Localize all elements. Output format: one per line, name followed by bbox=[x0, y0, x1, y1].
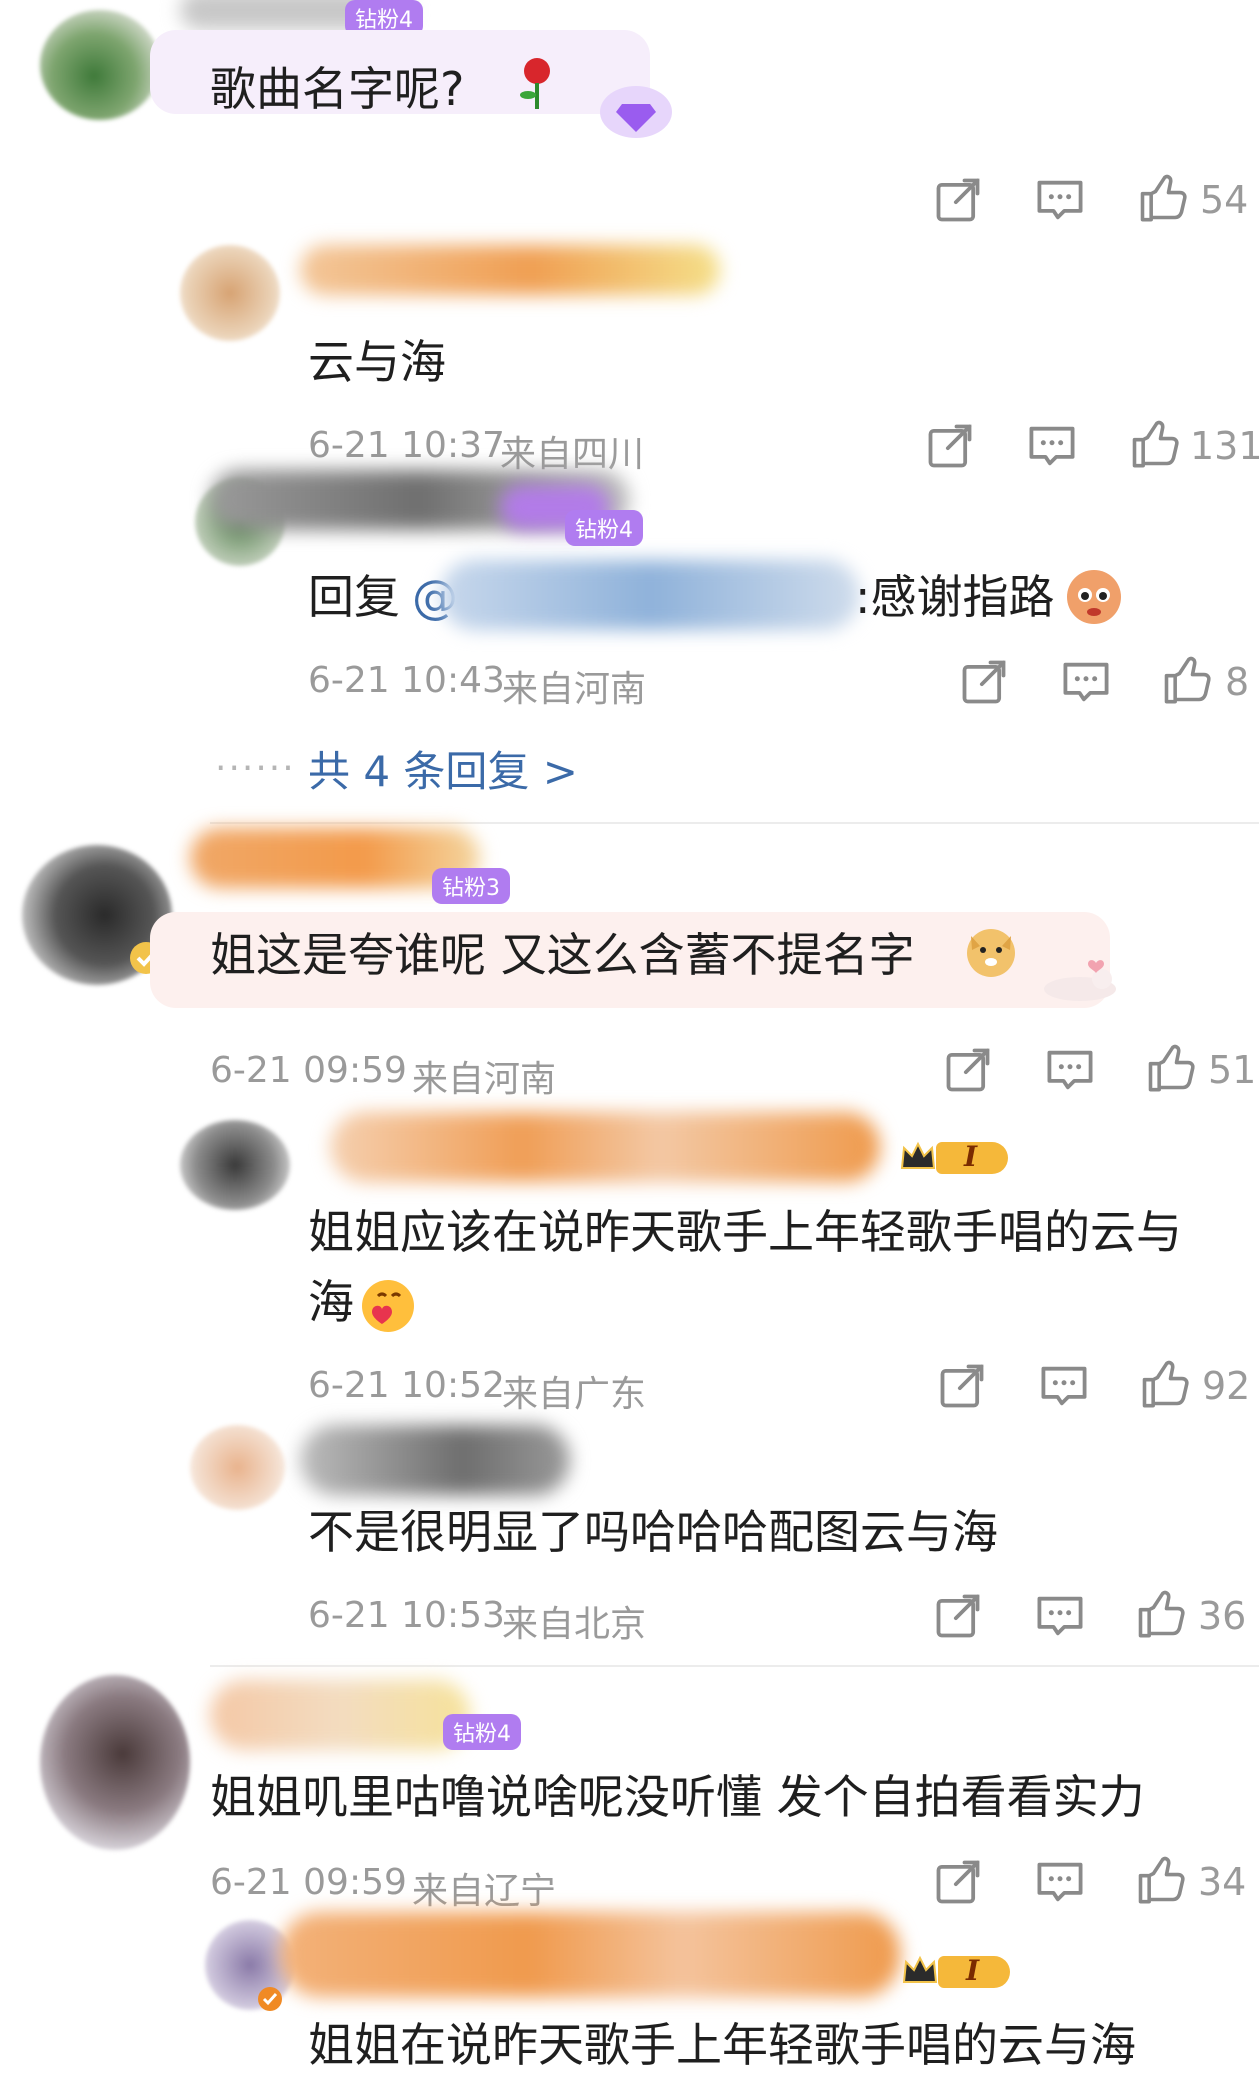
like-count: 8 bbox=[1225, 660, 1250, 704]
location: 来自辽宁 bbox=[412, 1871, 557, 1912]
divider bbox=[210, 822, 1259, 824]
thumbs-up-icon[interactable] bbox=[1160, 654, 1212, 706]
thumbs-up-icon[interactable] bbox=[1136, 172, 1188, 224]
location: 来自河南 bbox=[502, 669, 647, 710]
reply-text: 云与海 bbox=[308, 335, 446, 389]
share-icon[interactable] bbox=[932, 1590, 984, 1642]
timestamp: 6-21 10:53 bbox=[308, 1595, 505, 1636]
share-icon[interactable] bbox=[932, 174, 984, 226]
reply-text: 姐姐在说昨天歌手上年轻歌手唱的云与海 bbox=[308, 2018, 1136, 2072]
heart-face-emoji-icon bbox=[360, 1278, 416, 1334]
thumbs-up-icon[interactable] bbox=[1128, 418, 1180, 470]
timestamp: 6-21 09:59 bbox=[210, 1050, 407, 1091]
reply-text-line1: 姐姐应该在说昨天歌手上年轻歌手唱的云与 bbox=[308, 1205, 1182, 1259]
crown-icon bbox=[898, 1138, 938, 1176]
username-redacted bbox=[300, 245, 720, 295]
fan-badge: 钻粉4 bbox=[443, 1714, 521, 1750]
location: 来自广东 bbox=[502, 1374, 647, 1415]
rose-emoji-icon bbox=[512, 55, 562, 111]
thumbs-up-icon[interactable] bbox=[1134, 1588, 1186, 1640]
username-redacted bbox=[300, 1425, 570, 1495]
reply-text-line2: 海 bbox=[308, 1275, 354, 1329]
comment-icon[interactable] bbox=[1026, 420, 1078, 472]
avatar[interactable] bbox=[180, 245, 280, 341]
comment-text: 歌曲名字呢? bbox=[210, 62, 465, 116]
share-icon[interactable] bbox=[936, 1360, 988, 1412]
action-bar: 54 bbox=[0, 170, 1259, 230]
avatar[interactable] bbox=[190, 1425, 285, 1510]
fan-badge: 钻粉4 bbox=[565, 510, 643, 546]
share-icon[interactable] bbox=[958, 656, 1010, 708]
location: 来自河南 bbox=[412, 1059, 557, 1100]
username-redacted bbox=[280, 1912, 900, 1997]
comment-icon[interactable] bbox=[1034, 1856, 1086, 1908]
avatar[interactable] bbox=[180, 1120, 290, 1210]
mention-redacted bbox=[440, 560, 860, 630]
ellipsis: ······ bbox=[215, 748, 296, 789]
timestamp: 6-21 10:43 bbox=[308, 660, 505, 701]
thumbs-up-icon[interactable] bbox=[1144, 1042, 1196, 1094]
like-count: 51 bbox=[1208, 1048, 1257, 1092]
verified-badge-icon bbox=[256, 1985, 284, 2013]
comment-text: 姐姐叽里咕噜说啥呢没听懂 发个自拍看看实力 bbox=[210, 1770, 1145, 1824]
thumbs-up-icon[interactable] bbox=[1134, 1854, 1186, 1906]
diamond-fan-icon bbox=[598, 82, 674, 142]
share-icon[interactable] bbox=[942, 1044, 994, 1096]
username-redacted bbox=[330, 1112, 880, 1182]
more-replies-link[interactable]: 共 4 条回复 > bbox=[308, 738, 578, 799]
level-badge-label: I bbox=[964, 1140, 978, 1173]
like-count: 131 bbox=[1190, 424, 1259, 468]
like-count: 54 bbox=[1200, 178, 1249, 222]
location: 来自北京 bbox=[502, 1604, 647, 1645]
comment-icon[interactable] bbox=[1034, 174, 1086, 226]
reply-text: 不是很明显了吗哈哈哈配图云与海 bbox=[308, 1505, 998, 1559]
crown-icon bbox=[900, 1952, 940, 1990]
share-icon[interactable] bbox=[932, 1856, 984, 1908]
share-icon[interactable] bbox=[924, 420, 976, 472]
username-redacted bbox=[210, 1680, 470, 1750]
comment-icon[interactable] bbox=[1034, 1590, 1086, 1642]
hungry-face-emoji-icon bbox=[1065, 568, 1123, 626]
avatar[interactable] bbox=[40, 10, 160, 120]
like-count: 36 bbox=[1198, 1594, 1247, 1638]
comment-icon[interactable] bbox=[1060, 656, 1112, 708]
cat-sticker-decoration bbox=[1040, 955, 1120, 1005]
reply-text: :感谢指路 bbox=[855, 570, 1055, 624]
avatar[interactable] bbox=[40, 1675, 190, 1850]
timestamp: 6-21 10:37 bbox=[308, 425, 505, 466]
thumbs-up-icon[interactable] bbox=[1138, 1358, 1190, 1410]
comment-icon[interactable] bbox=[1044, 1044, 1096, 1096]
timestamp: 6-21 09:59 bbox=[210, 1862, 407, 1903]
like-count: 34 bbox=[1198, 1860, 1247, 1904]
doge-emoji-icon bbox=[962, 922, 1020, 980]
level-badge-label: I bbox=[966, 1954, 980, 1987]
fan-badge: 钻粉3 bbox=[432, 868, 510, 904]
timestamp: 6-21 10:52 bbox=[308, 1365, 505, 1406]
reply-prefix: 回复 bbox=[308, 570, 400, 624]
divider bbox=[210, 1665, 1259, 1667]
like-count: 92 bbox=[1202, 1364, 1251, 1408]
comment-icon[interactable] bbox=[1038, 1360, 1090, 1412]
comment-text: 姐这是夸谁呢 又这么含蓄不提名字 bbox=[210, 928, 915, 982]
